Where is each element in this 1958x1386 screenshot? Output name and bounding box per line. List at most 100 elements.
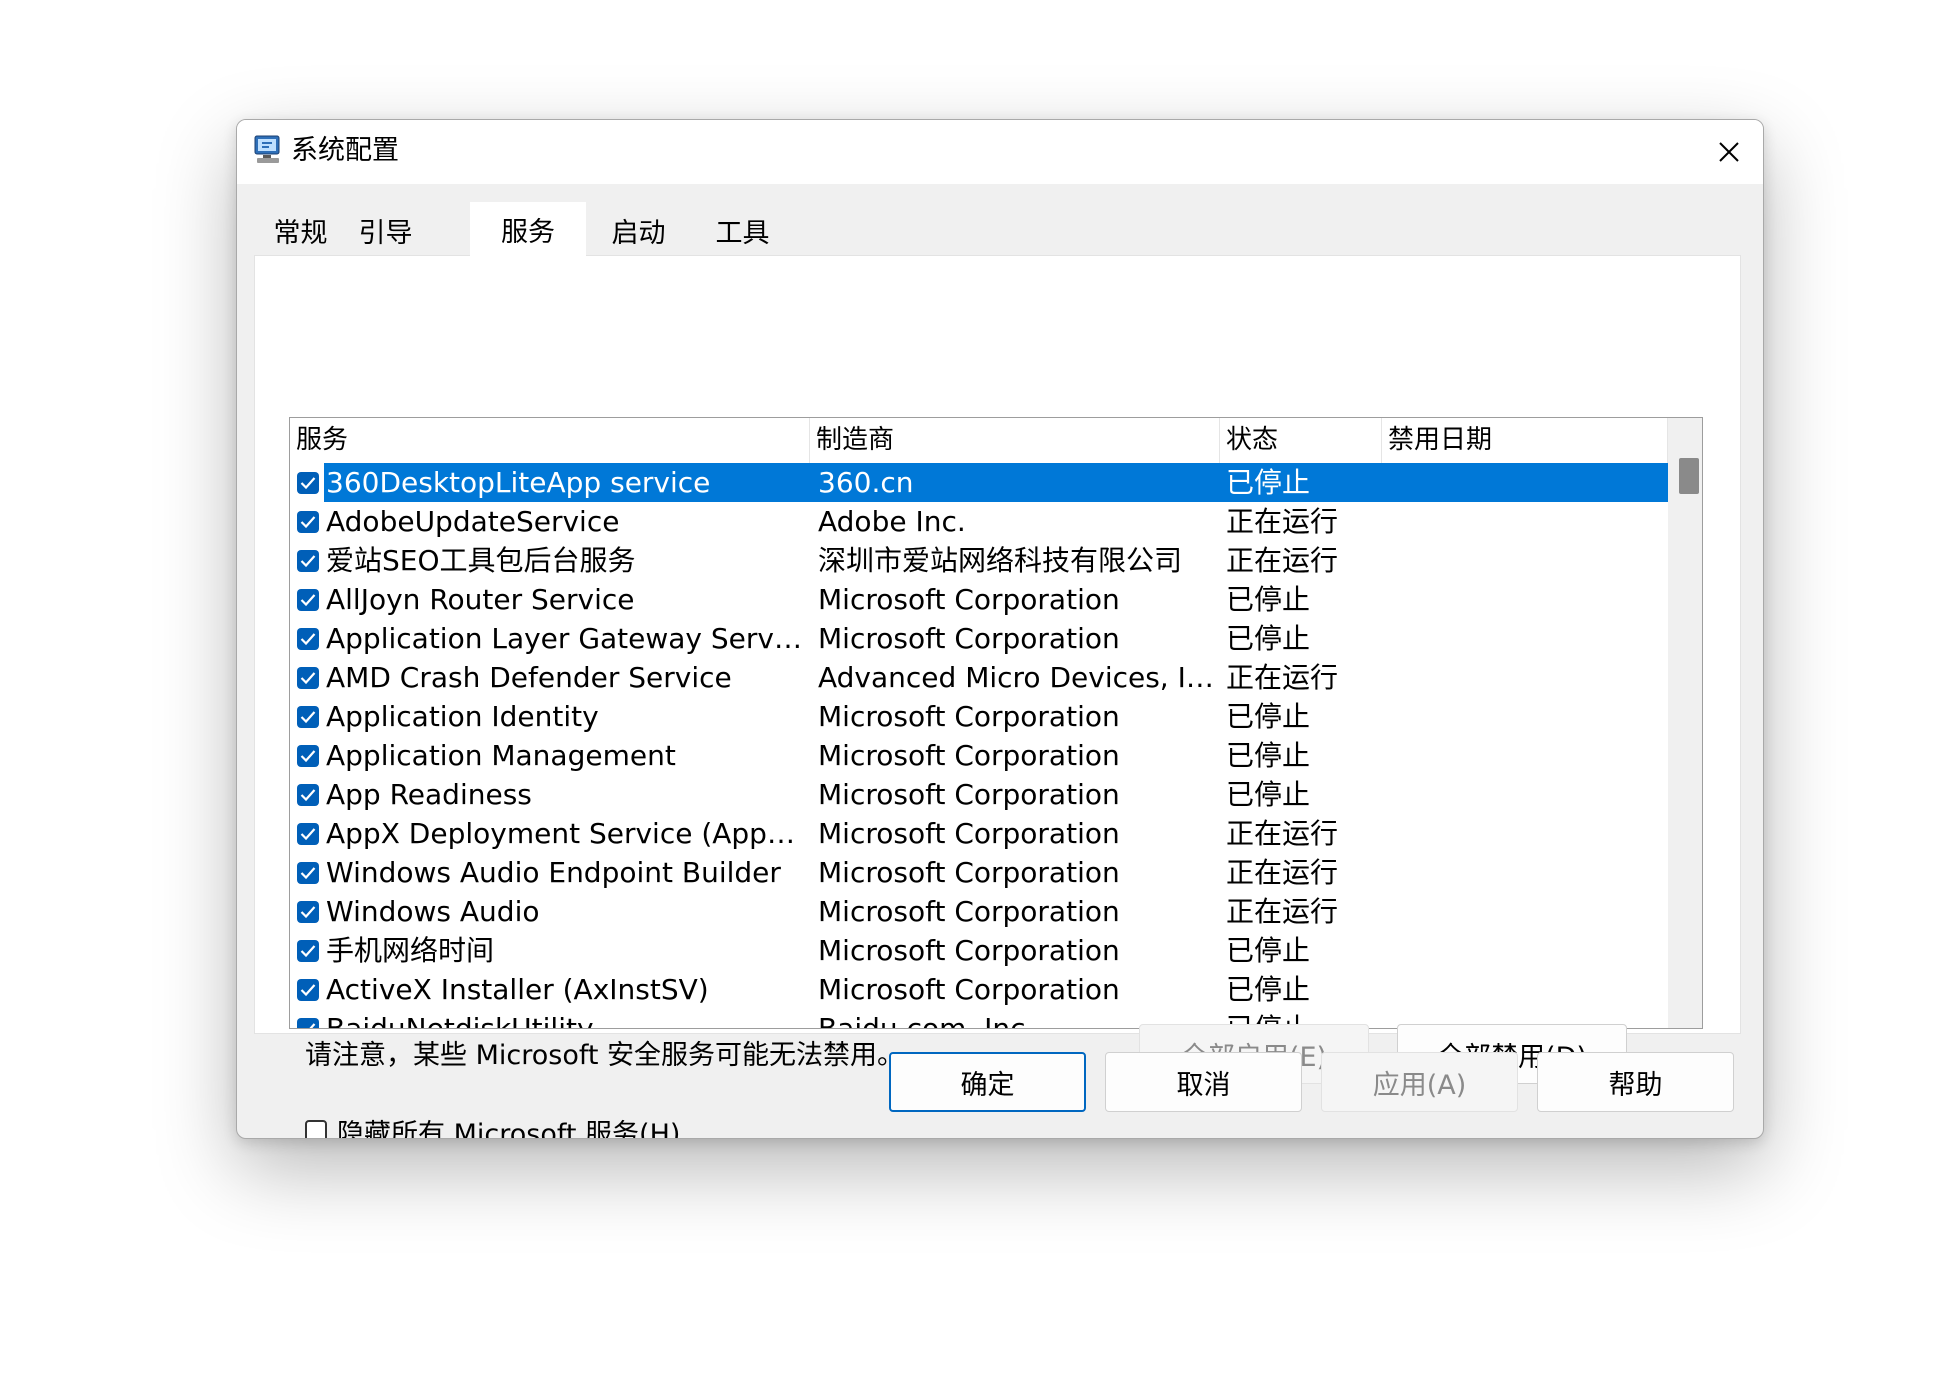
service-manufacturer: Microsoft Corporation: [818, 583, 1120, 616]
service-checkbox[interactable]: [297, 706, 319, 728]
service-checkbox[interactable]: [297, 940, 319, 962]
tab-tools[interactable]: 工具: [689, 205, 796, 255]
service-status: 已停止: [1226, 583, 1311, 616]
service-name: Windows Audio: [326, 895, 540, 928]
tab-general[interactable]: 常规: [258, 205, 343, 255]
list-header: 服务 制造商 状态 禁用日期: [290, 418, 1668, 463]
service-row[interactable]: Application Layer Gateway Service Microso…: [290, 619, 1668, 658]
service-name: AMD Crash Defender Service: [326, 661, 732, 694]
checkmark-icon: [300, 633, 316, 646]
close-button[interactable]: [1695, 120, 1763, 184]
service-manufacturer: Microsoft Corporation: [818, 895, 1120, 928]
service-row[interactable]: 360DesktopLiteApp service 360.cn 已停止: [290, 463, 1668, 502]
service-manufacturer: Microsoft Corporation: [818, 973, 1120, 1006]
service-name: ActiveX Installer (AxInstSV): [326, 973, 709, 1006]
service-row[interactable]: AllJoyn Router Service Microsoft Corporat…: [290, 580, 1668, 619]
service-status: 正在运行: [1226, 817, 1339, 850]
service-row[interactable]: 爱站SEO工具包后台服务 深圳市爱站网络科技有限公司 正在运行: [290, 541, 1668, 580]
checkmark-icon: [300, 672, 316, 685]
service-manufacturer: 360.cn: [818, 466, 914, 499]
service-row[interactable]: AppX Deployment Service (AppXSV... Micros…: [290, 814, 1668, 853]
service-row[interactable]: Windows Audio Microsoft Corporation 正在运行: [290, 892, 1668, 931]
checkmark-icon: [300, 789, 316, 802]
service-row[interactable]: Windows Audio Endpoint Builder Microsoft …: [290, 853, 1668, 892]
service-name: AdobeUpdateService: [326, 505, 620, 538]
ok-button[interactable]: 确定: [889, 1052, 1086, 1112]
service-checkbox[interactable]: [297, 901, 319, 923]
services-list[interactable]: 服务 制造商 状态 禁用日期 360DesktopLiteApp service…: [289, 417, 1703, 1029]
cancel-button[interactable]: 取消: [1105, 1052, 1302, 1112]
service-row[interactable]: AMD Crash Defender Service Advanced Micro…: [290, 658, 1668, 697]
column-header-status[interactable]: 状态: [1220, 418, 1382, 463]
service-name: App Readiness: [326, 778, 532, 811]
service-checkbox[interactable]: [297, 823, 319, 845]
service-manufacturer: Microsoft Corporation: [818, 934, 1120, 967]
service-checkbox[interactable]: [297, 628, 319, 650]
service-status: 已停止: [1226, 973, 1311, 1006]
services-panel: 服务 制造商 状态 禁用日期 360DesktopLiteApp service…: [254, 255, 1741, 1138]
service-name: 手机网络时间: [326, 934, 495, 967]
checkmark-icon: [300, 906, 316, 919]
service-status: 正在运行: [1226, 895, 1339, 928]
service-status: 正在运行: [1226, 661, 1339, 694]
service-name: Application Identity: [326, 700, 599, 733]
service-row[interactable]: App Readiness Microsoft Corporation 已停止: [290, 775, 1668, 814]
checkmark-icon: [300, 711, 316, 724]
checkmark-icon: [300, 867, 316, 880]
checkmark-icon: [300, 828, 316, 841]
checkmark-icon: [309, 1023, 316, 1028]
tab-boot[interactable]: 引导: [343, 205, 428, 255]
scrollbar-thumb[interactable]: [1679, 458, 1699, 494]
column-header-manufacturer[interactable]: 制造商: [810, 418, 1220, 463]
service-manufacturer: Microsoft Corporation: [818, 739, 1120, 772]
service-name: AllJoyn Router Service: [326, 583, 635, 616]
apply-button[interactable]: 应用(A): [1321, 1052, 1518, 1112]
service-checkbox[interactable]: [297, 1018, 319, 1028]
service-checkbox[interactable]: [297, 472, 319, 494]
service-status: 正在运行: [1226, 544, 1339, 577]
title-bar: 系统配置: [237, 120, 1763, 184]
service-checkbox[interactable]: [297, 862, 319, 884]
msconfig-computer-icon: [254, 135, 280, 163]
tab-startup-2[interactable]: 启动: [588, 205, 689, 255]
service-checkbox[interactable]: [297, 589, 319, 611]
tab-services[interactable]: 服务: [470, 202, 586, 258]
service-row[interactable]: ActiveX Installer (AxInstSV) Microsoft Co…: [290, 970, 1668, 1009]
service-name: BaiduNetdiskUtility: [326, 1012, 594, 1029]
service-name: AppX Deployment Service (AppXSV...: [326, 817, 806, 850]
service-manufacturer: Microsoft Corporation: [818, 856, 1120, 889]
service-name: 爱站SEO工具包后台服务: [326, 544, 636, 577]
checkmark-icon: [300, 477, 316, 490]
checkmark-icon: [300, 555, 316, 568]
help-button[interactable]: 帮助: [1537, 1052, 1734, 1112]
window-title: 系统配置: [291, 135, 399, 166]
column-header-service[interactable]: 服务: [290, 418, 810, 463]
service-checkbox[interactable]: [297, 511, 319, 533]
checkmark-icon: [300, 750, 316, 763]
service-status: 正在运行: [1226, 856, 1339, 889]
hide-microsoft-services-label: 隐藏所有 Microsoft 服务(H): [337, 1118, 681, 1139]
service-name: Windows Audio Endpoint Builder: [326, 856, 781, 889]
service-checkbox[interactable]: [297, 979, 319, 1001]
service-row[interactable]: 手机网络时间 Microsoft Corporation 已停止: [290, 931, 1668, 970]
service-status: 已停止: [1226, 934, 1311, 967]
hide-microsoft-services-checkbox[interactable]: [305, 1120, 327, 1138]
vertical-scrollbar[interactable]: [1668, 418, 1702, 1028]
service-name: Application Management: [326, 739, 676, 772]
service-checkbox[interactable]: [297, 550, 319, 572]
service-row[interactable]: AdobeUpdateService Adobe Inc. 正在运行: [290, 502, 1668, 541]
service-manufacturer: Microsoft Corporation: [818, 700, 1120, 733]
service-status: 已停止: [1226, 466, 1311, 499]
service-checkbox[interactable]: [297, 784, 319, 806]
service-manufacturer: 深圳市爱站网络科技有限公司: [818, 544, 1183, 577]
column-header-disabled-date[interactable]: 禁用日期: [1382, 418, 1668, 463]
service-checkbox[interactable]: [297, 745, 319, 767]
service-status: 已停止: [1226, 778, 1311, 811]
service-row[interactable]: Application Management Microsoft Corporat…: [290, 736, 1668, 775]
close-icon: [1719, 142, 1739, 162]
service-name: 360DesktopLiteApp service: [326, 466, 711, 499]
service-checkbox[interactable]: [297, 667, 319, 689]
service-row[interactable]: Application Identity Microsoft Corporatio…: [290, 697, 1668, 736]
service-manufacturer: Adobe Inc.: [818, 505, 966, 538]
hide-microsoft-services[interactable]: 隐藏所有 Microsoft 服务(H): [305, 1111, 681, 1139]
